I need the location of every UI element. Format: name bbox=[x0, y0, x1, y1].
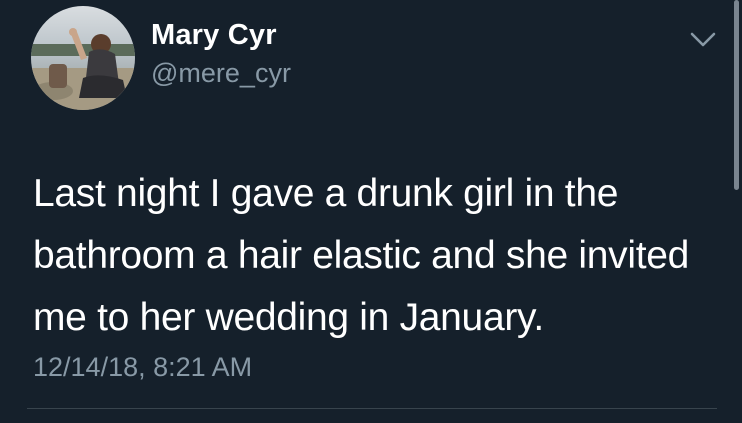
user-handle[interactable]: @mere_cyr bbox=[151, 58, 291, 89]
divider bbox=[27, 408, 717, 409]
avatar[interactable] bbox=[31, 6, 135, 110]
tweet-card: Mary Cyr @mere_cyr Last night I gave a d… bbox=[0, 0, 742, 423]
tweet-text-line: me to her wedding in January. bbox=[33, 296, 544, 339]
profile-photo-icon bbox=[31, 6, 135, 110]
display-name[interactable]: Mary Cyr bbox=[151, 19, 277, 52]
tweet-text-line: bathroom a hair elastic and she invited bbox=[33, 234, 690, 277]
chevron-down-icon[interactable] bbox=[688, 28, 718, 52]
tweet-timestamp[interactable]: 12/14/18, 8:21 AM bbox=[33, 352, 252, 383]
scrollbar[interactable] bbox=[734, 0, 739, 190]
tweet-text-line: Last night I gave a drunk girl in the bbox=[33, 172, 619, 215]
tweet-text: Last night I gave a drunk girl in the ba… bbox=[33, 163, 723, 349]
